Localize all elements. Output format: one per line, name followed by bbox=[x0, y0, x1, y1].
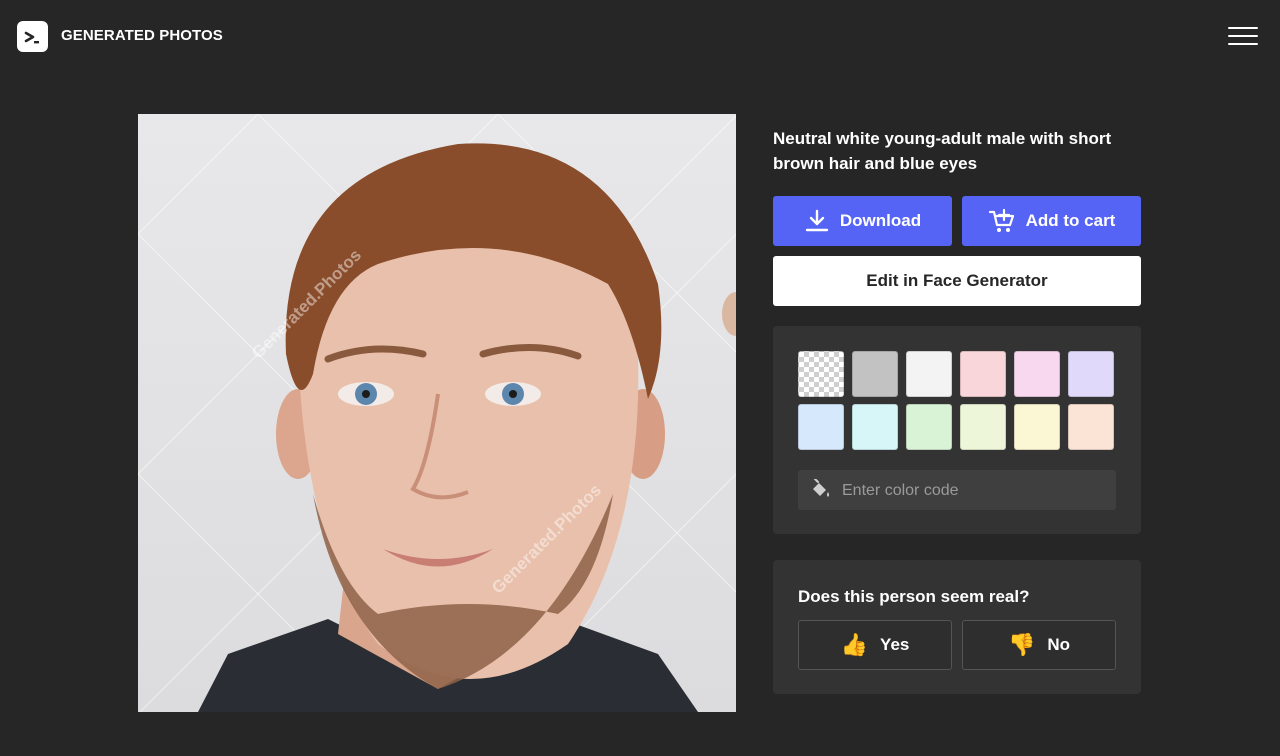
swatch-pink[interactable] bbox=[1014, 351, 1060, 397]
swatch-transparent[interactable] bbox=[798, 351, 844, 397]
download-label: Download bbox=[839, 211, 922, 230]
color-code-field[interactable] bbox=[798, 470, 1116, 512]
add-to-cart-button[interactable]: Add to cart bbox=[962, 196, 1141, 246]
swatch-peach[interactable] bbox=[1068, 404, 1114, 450]
swatch-gray[interactable] bbox=[852, 351, 898, 397]
no-button[interactable]: 👎 No bbox=[962, 620, 1116, 670]
brand-name[interactable]: GENERATED PHOTOS bbox=[61, 27, 223, 44]
swatch-light-blue[interactable] bbox=[798, 404, 844, 450]
swatch-cream[interactable] bbox=[1014, 404, 1060, 450]
realism-feedback-panel: Does this person seem real? 👍 Yes 👎 No bbox=[773, 560, 1141, 694]
thumbs-up-icon: 👍 bbox=[840, 632, 869, 658]
cart-icon bbox=[988, 208, 1014, 232]
color-code-input[interactable] bbox=[840, 470, 1104, 512]
logo-icon[interactable] bbox=[17, 21, 48, 52]
paint-bucket-icon bbox=[813, 479, 829, 497]
swatch-lavender[interactable] bbox=[1068, 351, 1114, 397]
menu-icon[interactable] bbox=[1226, 24, 1260, 48]
feedback-question: Does this person seem real? bbox=[798, 587, 1030, 606]
thumbs-down-icon: 👎 bbox=[1007, 632, 1036, 658]
yes-label: Yes bbox=[880, 635, 910, 654]
download-button[interactable]: Download bbox=[773, 196, 952, 246]
swatch-cyan[interactable] bbox=[852, 404, 898, 450]
swatch-mint[interactable] bbox=[906, 404, 952, 450]
photo-description: Neutral white young-adult male with shor… bbox=[773, 129, 1112, 173]
top-bar: GENERATED PHOTOS bbox=[0, 0, 1280, 72]
edit-label: Edit in Face Generator bbox=[866, 271, 1048, 290]
edit-in-face-generator-button[interactable]: Edit in Face Generator bbox=[773, 256, 1141, 306]
download-icon bbox=[805, 209, 829, 232]
swatch-lime[interactable] bbox=[960, 404, 1006, 450]
background-color-panel bbox=[773, 326, 1141, 534]
no-label: No bbox=[1047, 635, 1071, 654]
yes-button[interactable]: 👍 Yes bbox=[798, 620, 952, 670]
add-to-cart-label: Add to cart bbox=[1025, 211, 1116, 230]
swatch-rose[interactable] bbox=[960, 351, 1006, 397]
face-photo: Generated.Photos Generated.Photos bbox=[138, 114, 736, 712]
swatch-white[interactable] bbox=[906, 351, 952, 397]
